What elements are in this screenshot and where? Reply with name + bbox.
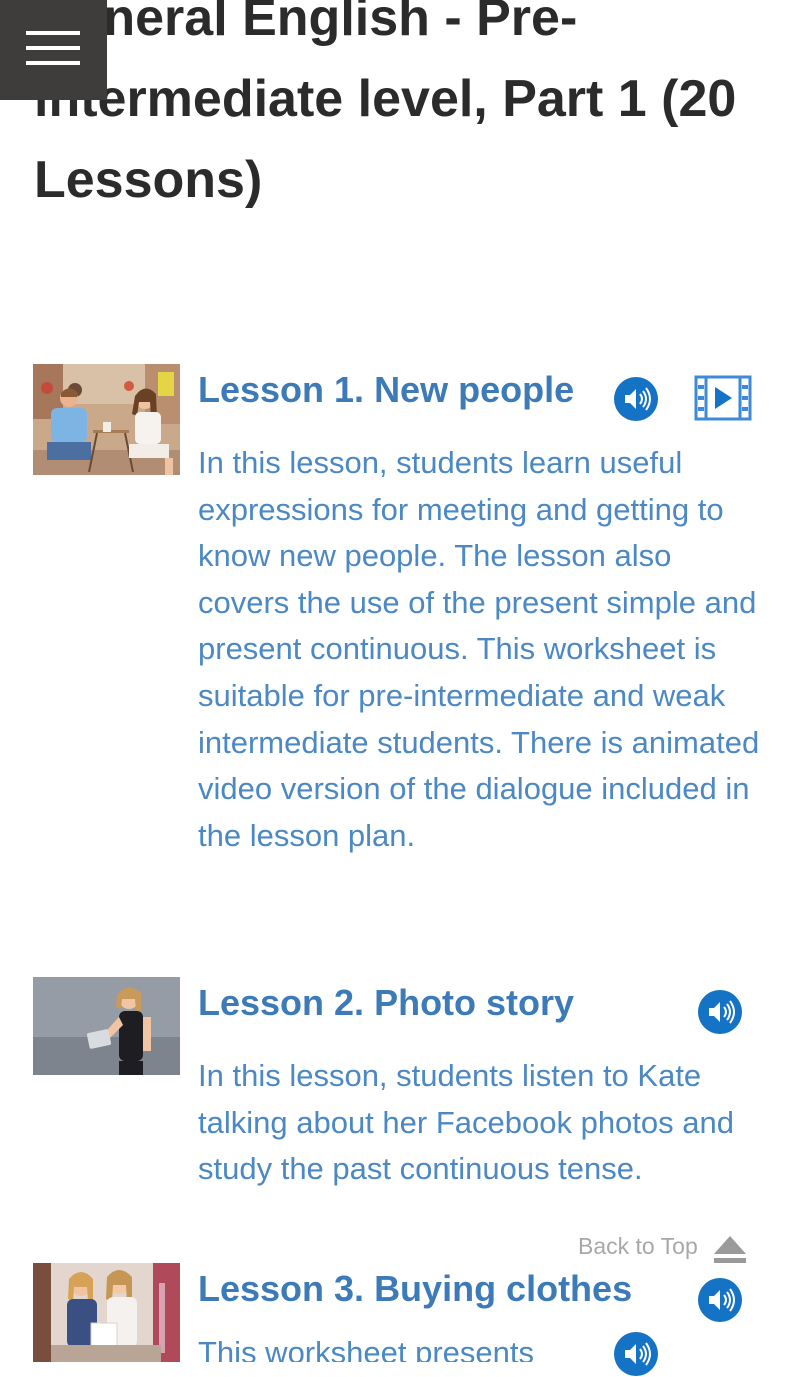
audio-icon[interactable] xyxy=(697,1277,743,1323)
shopping-photo-image xyxy=(33,1263,180,1362)
page-title: General English - Pre-intermediate level… xyxy=(34,0,737,209)
woman-tablet-image xyxy=(33,977,180,1075)
menu-button[interactable] xyxy=(0,0,107,100)
lesson-thumbnail[interactable] xyxy=(33,977,180,1075)
lesson-description: This worksheet presents xyxy=(198,1335,534,1362)
video-icon[interactable] xyxy=(694,375,752,421)
audio-icon[interactable] xyxy=(613,1331,659,1377)
back-to-top-link[interactable]: Back to Top xyxy=(578,1228,698,1264)
lesson-title-link[interactable]: Lesson 2. Photo story xyxy=(198,981,574,1025)
lesson-description-clip: This worksheet presents xyxy=(198,1330,598,1362)
lesson-description: In this lesson, students learn useful ex… xyxy=(198,445,760,853)
lesson-description: In this lesson, students listen to Kate … xyxy=(198,1058,734,1187)
audio-icon[interactable] xyxy=(697,989,743,1035)
lesson-thumbnail[interactable] xyxy=(33,1263,180,1362)
lesson-title-link[interactable]: Lesson 1. New people xyxy=(198,368,574,412)
cafe-photo-image xyxy=(33,364,180,475)
eject-triangle-icon[interactable] xyxy=(712,1234,748,1264)
lesson-title-link[interactable]: Lesson 3. Buying clothes xyxy=(198,1267,632,1311)
audio-icon[interactable] xyxy=(613,376,659,422)
lesson-thumbnail[interactable] xyxy=(33,364,180,475)
